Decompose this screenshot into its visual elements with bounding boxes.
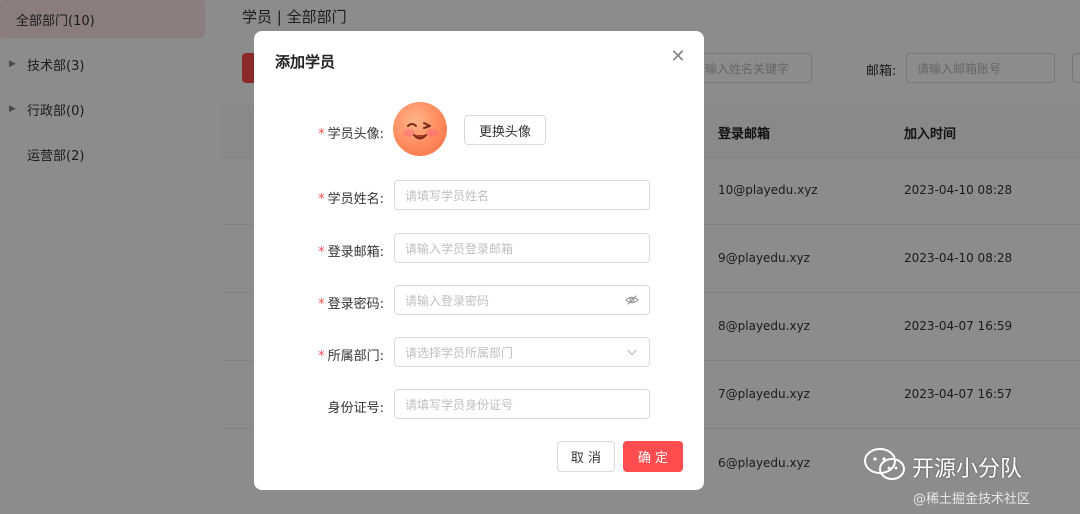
email-label: * 登录邮箱: bbox=[318, 245, 384, 260]
password-label: * 登录密码: bbox=[318, 297, 384, 312]
avatar-label-text: 学员头像: bbox=[327, 127, 384, 142]
watermark-title: 开源小分队 bbox=[912, 457, 1023, 482]
department-select[interactable]: 请选择学员所属部门 bbox=[394, 337, 650, 367]
email-label-text: 登录邮箱: bbox=[327, 245, 384, 260]
cancel-button[interactable]: 取 消 bbox=[557, 441, 615, 472]
avatar-label: * 学员头像: bbox=[318, 127, 384, 142]
add-student-dialog: 添加学员 ✕ * 学员头像: 更换头像 * 学员姓名: 请填写学员姓名 * 登录邮箱:… bbox=[254, 31, 704, 490]
close-icon[interactable]: ✕ bbox=[668, 47, 688, 67]
department-label: * 所属部门: bbox=[318, 349, 384, 364]
student-avatar bbox=[393, 102, 447, 156]
chevron-down-icon bbox=[627, 349, 637, 356]
wechat-icon bbox=[864, 448, 905, 480]
department-label-text: 所属部门: bbox=[327, 349, 384, 364]
name-placeholder: 请填写学员姓名 bbox=[405, 188, 490, 203]
login-password-input[interactable]: 请输入登录密码 bbox=[394, 285, 650, 315]
department-placeholder: 请选择学员所属部门 bbox=[405, 345, 514, 360]
password-placeholder: 请输入登录密码 bbox=[405, 293, 490, 308]
confirm-button[interactable]: 确 定 bbox=[623, 441, 683, 472]
idcard-placeholder: 请填写学员身份证号 bbox=[405, 397, 514, 412]
login-email-input[interactable]: 请输入学员登录邮箱 bbox=[394, 233, 650, 263]
eye-invisible-icon[interactable] bbox=[625, 293, 639, 307]
winking-face-icon bbox=[403, 122, 438, 140]
idcard-input[interactable]: 请填写学员身份证号 bbox=[394, 389, 650, 419]
dialog-title: 添加学员 bbox=[275, 53, 336, 71]
change-avatar-button[interactable]: 更换头像 bbox=[464, 115, 546, 145]
idcard-label: 身份证号: bbox=[254, 397, 384, 416]
name-label-text: 学员姓名: bbox=[327, 192, 384, 207]
idcard-label-text: 身份证号: bbox=[327, 401, 384, 416]
watermark-subtitle: @稀土掘金技术社区 bbox=[913, 492, 1031, 507]
name-label: * 学员姓名: bbox=[318, 192, 384, 207]
password-label-text: 登录密码: bbox=[327, 297, 384, 312]
student-name-input[interactable]: 请填写学员姓名 bbox=[394, 180, 650, 210]
email-placeholder: 请输入学员登录邮箱 bbox=[405, 241, 514, 256]
